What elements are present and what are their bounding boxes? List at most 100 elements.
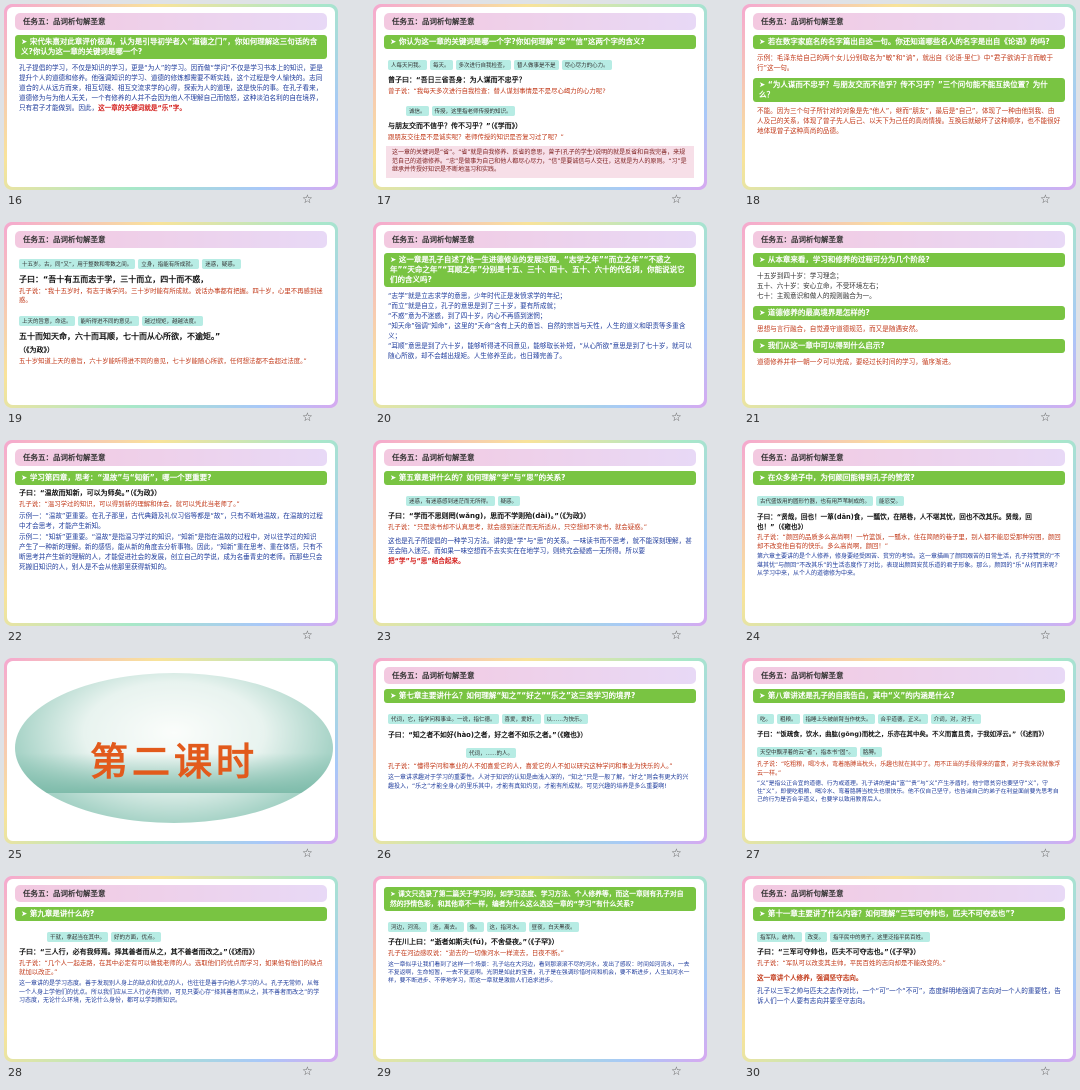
- quote: 子曰：“三军可夺帅也，匹夫不可夺志也。”（《子罕》）: [757, 948, 921, 956]
- star-icon[interactable]: ☆: [1040, 1064, 1051, 1078]
- slide-header: 任务五：品词析句解圣意: [15, 231, 327, 248]
- slide-number: 19: [8, 412, 22, 425]
- annotation-tags: 上天的旨意，命运。 能听得进不同的意见。 越过规矩，越越法度。: [19, 308, 323, 328]
- slide-number: 24: [746, 630, 760, 643]
- answer-text: 孔子提倡的学习，不仅是知识的学习，更是“为人”的学习。因而做“学问”不仅是学习书…: [19, 64, 323, 112]
- star-icon[interactable]: ☆: [671, 628, 682, 642]
- list-item: 七十：主观意识和做人的规则融合为一。: [757, 292, 876, 300]
- question-bar: “为人谋而不忠乎？与朋友交而不信乎？传不习乎？”三个问句能不能互换位置？为什么？: [753, 78, 1065, 102]
- star-icon[interactable]: ☆: [671, 846, 682, 860]
- list-item: “不惑”意为不迷惑，到了四十岁，内心不再感到迷惘；: [388, 312, 547, 320]
- slide-number: 30: [746, 1066, 760, 1079]
- slide-number: 26: [377, 848, 391, 861]
- slide-header: 任务五：品词析句解圣意: [753, 449, 1065, 466]
- quote: 子曰：“知之者不如好(hào)之者，好之者不如乐之者。”（《雍也》）: [388, 731, 588, 739]
- quote: 曾子曰：“吾日三省吾身：为人谋而不忠乎？: [388, 76, 526, 84]
- translation: 孔子在河边感叹说：“逝去的一切像河水一样流去，日夜不断。”: [388, 949, 564, 957]
- list-item: “志学”就是立志求学的意思，少年时代正是发愤求学的年纪；: [388, 292, 567, 300]
- question-bar: 这一章是孔子自述了他一生进德修业的发展过程。“志学之年”“而立之年”“不惑之年”…: [384, 253, 696, 287]
- quote: 子曰：“饭疏食，饮水，曲肱(gōng)而枕之，乐亦在其中矣。不义而富且贵，于我如…: [757, 730, 1049, 738]
- slide-grid: 任务五：品词析句解圣意 宋代朱熹对此章评价极高，认为是引导初学者入“道德之门”，…: [0, 0, 1080, 1080]
- question-bar: 宋代朱熹对此章评价极高，认为是引导初学者入“道德之门”，你如何理解这三句话的含义…: [15, 35, 327, 59]
- annotation-tags: 天空中飘浮着的云“者”，指本书“固”。 胳膊。: [757, 739, 1061, 759]
- quote: 子曰：“温故而知新，可以为师矣。”（《为政》）: [19, 489, 162, 497]
- star-icon[interactable]: ☆: [302, 410, 313, 424]
- annotation-tags: 迷惑，有迷惑感到迷茫而无所得。 疑惑。: [406, 488, 692, 508]
- slide-header: 任务五：品词析句解圣意: [753, 231, 1065, 248]
- annotation-tags: 人每天问我。 每天。 多次进行自我检查， 替人做事是不是 尽心尽力的心力。: [388, 52, 692, 72]
- translation: 跟朋友交往是不是诚实呢？老师传授的知识是否复习过了呢？”: [388, 133, 564, 141]
- answer-text: “义”是指公正合宜的道德、行为或道理。孔子讲的是由“富”“贵”与“义”产生矛盾时…: [757, 781, 1059, 803]
- slide-thumb-28[interactable]: 任务五：品词析句解圣意 第九章是讲什么的? 干就，拿起当在其中。好的方面，优点。…: [0, 872, 342, 1090]
- star-icon[interactable]: ☆: [1040, 410, 1051, 424]
- annotation-tags: 代词，它，指学问和事业。一说，指仁德。 喜爱，爱好。 以……为快乐。: [388, 706, 692, 726]
- slide-header: 任务五：品词析句解圣意: [384, 231, 696, 248]
- star-icon[interactable]: ☆: [1040, 846, 1051, 860]
- annotation-tags: 诚信。 传授，这里指老师传授的知识。: [406, 98, 692, 118]
- slide-thumb-24[interactable]: 任务五：品词析句解圣意 在众多弟子中，为何颜回能得到孔子的赞赏? 古代盛饭用的圆…: [738, 436, 1080, 654]
- slide-number: 27: [746, 848, 760, 861]
- star-icon[interactable]: ☆: [302, 846, 313, 860]
- slide-header: 任务五：品词析句解圣意: [753, 885, 1065, 902]
- list-item: “知天命”强调“知命”，这里的“天命”含有上天的意旨、自然的宗旨与天性，人生的道…: [388, 322, 686, 340]
- quote: 子曰：“三人行，必有我师焉。择其善者而从之，其不善者而改之。”（《述而》）: [19, 948, 260, 956]
- question-bar: 道德修养的最高境界是怎样的?: [753, 306, 1065, 320]
- slide-thumb-27[interactable]: 任务五：品词析句解圣意 第八章讲述是孔子的自我告白，其中“义”的内涵是什么? 吃…: [738, 654, 1080, 872]
- star-icon[interactable]: ☆: [302, 628, 313, 642]
- annotation-tags: 古代盛饭用的圆形竹器，也有用芦苇制成的。 能忍受。: [757, 488, 1061, 508]
- question-bar: 第十一章主要讲了什么内容？如何理解“三军可夺帅也，匹夫不可夺志也”?: [753, 907, 1065, 921]
- star-icon[interactable]: ☆: [671, 1064, 682, 1078]
- translation: 孔子说：“我十五岁时，有志于做学问。三十岁时能有所成就。说话办事都有把握。四十岁…: [19, 287, 323, 304]
- translation: 孔子说：“几个人一起走路，在其中必定有可以做我老师的人。选取他们的优点而学习，如…: [19, 959, 323, 976]
- question-bar: 第九章是讲什么的?: [15, 907, 327, 921]
- slide-number: 21: [746, 412, 760, 425]
- slide-thumb-29[interactable]: 课文只选录了第二篇关于学习的，如学习态度、学习方法、个人修养等，而这一章则有孔子…: [369, 872, 711, 1090]
- answer-text: 道德修养并非一朝一夕可以完成，要经过长时间的学习，循序渐进。: [757, 358, 955, 366]
- star-icon[interactable]: ☆: [302, 192, 313, 206]
- translation: 孔子说：“吃粗粮，喝冷水，弯着胳膊当枕头，乐趣也就在其中了。用不正当的手段得来的…: [757, 761, 1061, 777]
- question-bar: 在众多弟子中，为何颜回能得到孔子的赞赏?: [753, 471, 1065, 485]
- slide-number: 22: [8, 630, 22, 643]
- question-bar: 我们从这一章中可以得到什么启示?: [753, 339, 1065, 353]
- slide-thumb-16[interactable]: 任务五：品词析句解圣意 宋代朱熹对此章评价极高，认为是引导初学者入“道德之门”，…: [0, 0, 342, 218]
- slide-thumb-23[interactable]: 任务五：品词析句解圣意 第五章是讲什么的？如何理解“学”与“思”的关系? 迷惑，…: [369, 436, 711, 654]
- slide-header: 任务五：品词析句解圣意: [753, 13, 1065, 30]
- slide-thumb-25[interactable]: 第二课时 25 ☆: [0, 654, 342, 872]
- answer-text: 孔子以三军之帅与匹夫之志作对比，一个“可”一个“不可”，态度鲜明地强调了志向对一…: [757, 987, 1061, 1005]
- slide-thumb-18[interactable]: 任务五：品词析句解圣意 若在数字家庭名的名字篇出自这一句。你还知道哪些名人的名字…: [738, 0, 1080, 218]
- slide-thumb-22[interactable]: 任务五：品词析句解圣意 学习第四章，思考：“温故”与“知新”，哪一个更重要? 子…: [0, 436, 342, 654]
- star-icon[interactable]: ☆: [671, 410, 682, 424]
- annotation-tags: 吃。 粗粮。 指睡上头被前臂当作枕头。 合乎道德，正义。 介词，对，对于。: [757, 706, 1061, 726]
- slide-number: 18: [746, 194, 760, 207]
- slide-thumb-30[interactable]: 任务五：品词析句解圣意 第十一章主要讲了什么内容？如何理解“三军可夺帅也，匹夫不…: [738, 872, 1080, 1090]
- translation: 孔子说：“懂得学问和事业的人不如喜爱它的人，喜爱它的人不如以研究这种学问和事业为…: [388, 762, 673, 770]
- star-icon[interactable]: ☆: [1040, 628, 1051, 642]
- slide-thumb-26[interactable]: 任务五：品词析句解圣意 第七章主要讲什么？如何理解“知之”“好之”“乐之”这三类…: [369, 654, 711, 872]
- star-icon[interactable]: ☆: [671, 192, 682, 206]
- answer-text: 这一章似乎让我们看到了这样一个场景：孔子站在大河边，看到那滚滚不尽的河水，发出了…: [388, 962, 690, 984]
- slide-thumb-17[interactable]: 任务五：品词析句解圣意 你认为这一章的关键词是哪一个字?你如何理解“忠”“信”这…: [369, 0, 711, 218]
- translation: 孔子说：“军队可以改变其主帅，平民百姓的志向却是不能改变的。”: [757, 959, 946, 967]
- annotation-tags: 干就，拿起当在其中。 好的方面，优点。: [47, 924, 323, 944]
- question-bar: 第五章是讲什么的？如何理解“学”与“思”的关系?: [384, 471, 696, 485]
- answer-text: 示例一：“温故”更重要。在孔子那里，古代典籍及礼仪习俗等都是“故”，只有不断地温…: [19, 512, 323, 530]
- answer-text: 第六章主要讲的是个人修养，修身要经受困苦、贫穷的考验。这一章描画了颜回艰苦的日常…: [757, 553, 1061, 577]
- translation: 曾子说：“我每天多次进行自我检查：替人谋划事情是不是尽心竭力的心力呢?: [388, 87, 606, 95]
- slide-thumb-20[interactable]: 任务五：品词析句解圣意 这一章是孔子自述了他一生进德修业的发展过程。“志学之年”…: [369, 218, 711, 436]
- question-bar: 从本章来看，学习和修养的过程可分为几个阶段?: [753, 253, 1065, 267]
- list-item: “而立”就是自立，孔子的意思是到了三十岁，要有所成就；: [388, 302, 560, 310]
- answer-text: 这一章讲个人修养，强调坚守志向。: [757, 974, 863, 982]
- slide-thumb-21[interactable]: 任务五：品词析句解圣意 从本章来看，学习和修养的过程可分为几个阶段? 十五岁到四…: [738, 218, 1080, 436]
- lesson-title: 第二课时: [89, 739, 258, 784]
- cover-landscape-image: 第二课时: [15, 673, 333, 823]
- slide-number: 29: [377, 1066, 391, 1079]
- quote: 五十而知天命，六十而耳顺，七十而从心所欲，不逾矩。”: [19, 332, 221, 341]
- note-box: 这一章的关键词是“省”。“省”就是自我修养、反省的意思，曾子(孔子的学生)说明的…: [386, 146, 694, 178]
- translation: 孔子说：“颜回的品质多么高尚啊！一竹篮饭，一瓢水，住在简陋的巷子里，别人都不能忍…: [757, 533, 1061, 550]
- star-icon[interactable]: ☆: [302, 1064, 313, 1078]
- slide-thumb-19[interactable]: 任务五：品词析句解圣意 十五岁。古，同“又”，用于整数和零数之间。 立身，指能有所…: [0, 218, 342, 436]
- slide-number: 23: [377, 630, 391, 643]
- star-icon[interactable]: ☆: [1040, 192, 1051, 206]
- slide-header: 任务五：品词析句解圣意: [384, 667, 696, 684]
- list-item: “耳顺”意思是到了六十岁，能够听得进不同意见，能够取长补短，“从心所欲”意思是到…: [388, 342, 692, 360]
